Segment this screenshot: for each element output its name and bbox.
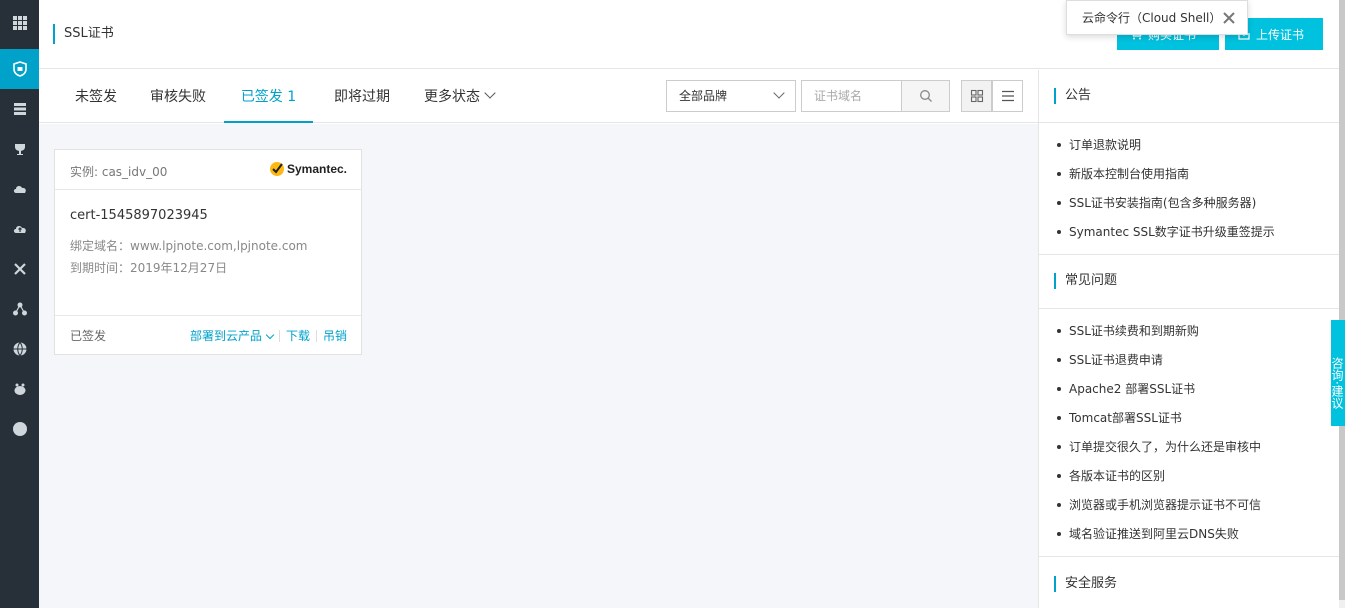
grid-view-toggle[interactable] [961, 80, 992, 112]
circle-icon [12, 422, 27, 436]
consult-feedback-tab[interactable]: 咨询·建议 [1331, 320, 1345, 426]
upload-certificate-label: 上传证书 [1256, 27, 1305, 42]
tab-unissued[interactable]: 未签发 [59, 70, 133, 123]
rail-item-tools[interactable] [0, 249, 39, 289]
domain-search-input[interactable] [801, 80, 901, 112]
chevron-down-icon [484, 87, 496, 99]
cloud-shell-popup[interactable]: 云命令行（Cloud Shell） [1066, 0, 1248, 35]
rail-item-circle[interactable] [0, 409, 39, 449]
tools-icon [13, 263, 26, 275]
certificate-card: 实例: cas_idv_00 Symantec. cert-1545897023… [54, 149, 362, 355]
list-view-toggle[interactable] [992, 80, 1023, 112]
instance-id: 实例: cas_idv_00 [70, 165, 168, 179]
download-link[interactable]: 下载 [286, 327, 310, 344]
faq-item[interactable]: 域名验证推送到阿里云DNS失败 [1056, 526, 1261, 555]
status-tabs-bar: 未签发 审核失败 已签发 1 即将过期 更多状态 全部品牌 [39, 70, 1038, 123]
faq-item[interactable]: 各版本证书的区别 [1056, 468, 1261, 497]
tab-issued[interactable]: 已签发 1 [224, 70, 313, 123]
grid-icon [12, 16, 27, 30]
tab-audit-failed[interactable]: 审核失败 [139, 70, 217, 123]
search-button[interactable] [901, 80, 950, 112]
tab-label: 审核失败 [150, 89, 206, 105]
tab-label: 未签发 [75, 89, 117, 105]
tab-label: 即将过期 [334, 89, 390, 105]
shield-icon [12, 61, 27, 77]
card-actions: 部署到云产品 下载 吊销 [190, 327, 347, 344]
card-body: cert-1545897023945 绑定域名：www.lpjnote.com,… [55, 190, 361, 316]
brand-select[interactable]: 全部品牌 [666, 80, 796, 112]
faq-list: SSL证书续费和到期新购 SSL证书退费申请 Apache2 部署SSL证书 T… [1056, 323, 1261, 555]
list-view-icon [1001, 90, 1014, 102]
close-icon[interactable] [1221, 10, 1237, 26]
consult-label: 咨询·建议 [1331, 357, 1344, 409]
deploy-label: 部署到云产品 [189, 329, 262, 343]
tab-label: 已签发 [240, 89, 283, 105]
rail-item-trophy[interactable] [0, 129, 39, 169]
bound-domain: 绑定域名：www.lpjnote.com,lpjnote.com [70, 239, 308, 253]
deploy-to-cloud-link[interactable]: 部署到云产品 [189, 327, 275, 344]
divider [278, 329, 280, 342]
certificate-name: cert-1545897023945 [70, 208, 208, 223]
expiry-date: 到期时间：2019年12月27日 [70, 261, 228, 275]
rail-item-pig[interactable] [0, 369, 39, 409]
card-header: 实例: cas_idv_00 Symantec. [55, 150, 361, 190]
page-scrollbar[interactable] [1339, 0, 1345, 608]
announcement-title: 公告 [1054, 88, 1091, 104]
announcement-item[interactable]: Symantec SSL数字证书升级重签提示 [1057, 224, 1275, 253]
cluster-icon [12, 302, 27, 316]
tab-label: 更多状态 [424, 89, 480, 105]
rail-item-ssl[interactable] [0, 49, 39, 89]
cloud-icon [13, 186, 26, 193]
faq-title: 常见问题 [1054, 273, 1117, 289]
page-title: SSL证书 [53, 24, 114, 44]
faq-item[interactable]: 浏览器或手机浏览器提示证书不可信 [1056, 497, 1261, 526]
status-badge: 已签发 [70, 329, 107, 343]
scrollbar-thumb[interactable] [1339, 0, 1345, 600]
faq-item[interactable]: SSL证书退费申请 [1056, 352, 1261, 381]
faq-item[interactable]: 订单提交很久了，为什么还是审核中 [1056, 439, 1261, 468]
grid-view-icon [970, 89, 983, 103]
faq-item[interactable]: Apache2 部署SSL证书 [1056, 381, 1261, 410]
tab-expiring[interactable]: 即将过期 [323, 70, 401, 123]
rail-item-cluster[interactable] [0, 289, 39, 329]
announcement-item[interactable]: 订单退款说明 [1057, 137, 1275, 166]
faq-item[interactable]: Tomcat部署SSL证书 [1056, 410, 1261, 439]
revoke-link[interactable]: 吊销 [323, 327, 347, 344]
announcement-item[interactable]: SSL证书安装指南(包含多种服务器) [1057, 195, 1275, 224]
rail-item-database[interactable] [0, 89, 39, 129]
cloud-upload-icon [13, 226, 26, 233]
rail-item-products[interactable] [0, 3, 39, 43]
divider [1039, 122, 1340, 123]
database-icon [13, 103, 26, 115]
certificate-grid-area: 实例: cas_idv_00 Symantec. cert-1545897023… [39, 124, 1038, 608]
pig-icon [14, 383, 25, 395]
icon-rail [0, 0, 39, 608]
rail-item-cloud[interactable] [0, 169, 39, 209]
rail-item-cloud-upload[interactable] [0, 209, 39, 249]
brand-select-value: 全部品牌 [679, 89, 728, 103]
security-services-title: 安全服务 [1054, 576, 1117, 592]
globe-icon [13, 342, 26, 356]
symantec-brand: Symantec. [286, 162, 347, 176]
announcement-item[interactable]: 新版本控制台使用指南 [1057, 166, 1275, 195]
tab-count: 1 [287, 89, 297, 105]
divider [1039, 556, 1340, 557]
divider [315, 329, 317, 342]
rail-item-globe[interactable] [0, 329, 39, 369]
announcement-list: 订单退款说明 新版本控制台使用指南 SSL证书安装指南(包含多种服务器) Sym… [1057, 137, 1275, 253]
help-sidebar: 公告 订单退款说明 新版本控制台使用指南 SSL证书安装指南(包含多种服务器) … [1038, 70, 1340, 608]
cloud-shell-label: 云命令行（Cloud Shell） [1082, 11, 1222, 25]
chevron-down-icon [265, 330, 275, 340]
divider [1039, 254, 1340, 255]
trophy-icon [14, 144, 25, 155]
symantec-logo: Symantec. [269, 161, 347, 177]
chevron-down-icon [773, 87, 785, 99]
tab-more-status[interactable]: 更多状态 [413, 70, 505, 123]
card-footer: 已签发 部署到云产品 下载 吊销 [55, 316, 361, 354]
faq-item[interactable]: SSL证书续费和到期新购 [1056, 323, 1261, 352]
checkmark-icon [269, 162, 284, 176]
divider [1039, 308, 1340, 309]
search-icon [919, 90, 932, 102]
